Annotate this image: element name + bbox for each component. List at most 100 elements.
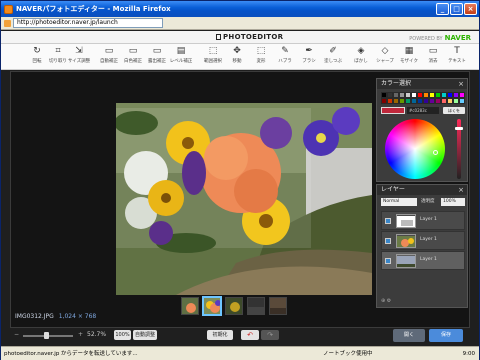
thumbnail-4[interactable] bbox=[247, 297, 265, 315]
color-apply-button[interactable]: ほくを bbox=[443, 107, 465, 114]
zoom-100-button[interactable]: 100% bbox=[114, 330, 131, 340]
layer-row[interactable]: Layer 1 bbox=[381, 211, 465, 230]
thumbnail-2-selected[interactable] bbox=[203, 297, 221, 315]
logo-mark-icon bbox=[216, 34, 221, 40]
layer-name: Layer 1 bbox=[420, 237, 437, 242]
color-wheel-picker[interactable] bbox=[433, 150, 438, 155]
zoom-percentage: 52.7% bbox=[87, 331, 107, 338]
tool-eraser[interactable]: ▭ 消去 bbox=[421, 46, 445, 68]
text-icon: T bbox=[454, 46, 460, 56]
tool-label: 塗しつぶ bbox=[324, 59, 342, 64]
layer-row-selected[interactable]: Layer 1 bbox=[381, 251, 465, 270]
tool-bar: ↻ 回転 ⌗ 切り取り ⇲ サイズ調整 ▭ 自動補正 ▭ 白色補正 ▭ 露出補正 ▤ レベル補正 ⬚ 範囲選択… bbox=[1, 44, 479, 70]
status-text: photoeditor.naver.jp からデータを転送しています... bbox=[4, 351, 138, 357]
auto-fit-button[interactable]: 自動調整 bbox=[133, 330, 157, 340]
color-panel-title: カラー選択 bbox=[381, 80, 412, 87]
tool-label: シャープ bbox=[376, 59, 394, 64]
thumbnail-1[interactable] bbox=[181, 297, 199, 315]
close-button[interactable]: × bbox=[464, 3, 477, 15]
reset-button[interactable]: 初期化 bbox=[207, 330, 233, 340]
site-favicon-icon bbox=[4, 19, 11, 27]
thumbnail-3[interactable] bbox=[225, 297, 243, 315]
tool-brush[interactable]: ✎ ハブラ bbox=[273, 46, 297, 68]
layer-name: Layer 1 bbox=[420, 217, 437, 222]
tool-label: 範囲選択 bbox=[204, 59, 222, 64]
thumbnail-strip bbox=[181, 297, 287, 315]
browser-window: NAVERパフォトエディター - Mozilla Firefox _ □ × h… bbox=[0, 0, 480, 360]
mosaic-icon: ▦ bbox=[404, 46, 414, 56]
tool-text[interactable]: T テキスト bbox=[445, 46, 469, 68]
file-dimensions: 1,024 × 768 bbox=[58, 313, 97, 320]
tool-label: 消去 bbox=[428, 59, 438, 64]
notebook-status: ノートブック使用中 bbox=[323, 351, 373, 357]
layer-visibility-checkbox[interactable] bbox=[385, 218, 391, 224]
tool-pen[interactable]: ✒ ブラシ bbox=[297, 46, 321, 68]
color-panel-close-icon[interactable]: × bbox=[458, 79, 464, 89]
firefox-icon bbox=[4, 4, 13, 14]
layer-settings-icon[interactable]: ⚙ bbox=[387, 298, 391, 304]
tool-mosaic[interactable]: ▦ モザイク bbox=[397, 46, 421, 68]
tool-move[interactable]: ✥ 移動 bbox=[225, 46, 249, 68]
blend-mode-select[interactable]: Normal bbox=[381, 198, 417, 206]
tool-label: サイズ調整 bbox=[67, 59, 91, 64]
color-swatch[interactable] bbox=[459, 98, 465, 104]
maximize-button[interactable]: □ bbox=[450, 3, 463, 15]
zoom-out-icon[interactable]: − bbox=[14, 331, 19, 338]
layer-visibility-checkbox[interactable] bbox=[385, 238, 391, 244]
save-button[interactable]: 保存 bbox=[429, 329, 463, 342]
tool-label: ぼかし bbox=[354, 59, 368, 64]
tool-label: 露出補正 bbox=[148, 59, 166, 64]
layer-panel-close-icon[interactable]: × bbox=[458, 185, 464, 195]
auto-fix-icon: ▭ bbox=[104, 46, 114, 56]
zoom-in-icon[interactable]: + bbox=[78, 331, 83, 338]
tool-label: ブラシ bbox=[302, 59, 316, 64]
opacity-select[interactable]: 100% bbox=[441, 198, 465, 206]
color-hex-field[interactable]: #c0283c bbox=[407, 107, 439, 114]
color-wheel[interactable] bbox=[385, 119, 445, 179]
thumbnail-5[interactable] bbox=[269, 297, 287, 315]
layer-row[interactable]: Layer 1 bbox=[381, 231, 465, 250]
redo-button[interactable]: ↷ bbox=[261, 330, 279, 340]
url-field[interactable]: http://photoeditor.naver.jp/launch bbox=[13, 18, 163, 28]
tool-resize[interactable]: ⇲ サイズ調整 bbox=[67, 46, 91, 68]
tool-transform[interactable]: ⬚ 変形 bbox=[249, 46, 273, 68]
tool-label: テキスト bbox=[448, 59, 466, 64]
naver-logo: NAVER bbox=[444, 34, 471, 42]
sharpen-icon: ◇ bbox=[381, 46, 389, 56]
tool-blur[interactable]: ◈ ぼかし bbox=[349, 46, 373, 68]
current-color-swatch[interactable] bbox=[381, 107, 405, 114]
blur-icon: ◈ bbox=[357, 46, 365, 56]
tool-auto-fix[interactable]: ▭ 自動補正 bbox=[97, 46, 121, 68]
eraser-icon: ▭ bbox=[428, 46, 438, 56]
tool-sharpen[interactable]: ◇ シャープ bbox=[373, 46, 397, 68]
undo-button[interactable]: ↶ bbox=[241, 330, 259, 340]
photo-canvas[interactable] bbox=[116, 103, 372, 295]
opacity-label: 透明度 bbox=[421, 199, 435, 204]
window-title: NAVERパフォトエディター - Mozilla Firefox bbox=[16, 5, 171, 13]
tool-label: 白色補正 bbox=[124, 59, 142, 64]
tool-label: ハブラ bbox=[278, 59, 292, 64]
select-icon: ⬚ bbox=[208, 46, 218, 56]
tool-exposure[interactable]: ▭ 露出補正 bbox=[145, 46, 169, 68]
resize-icon: ⇲ bbox=[75, 46, 83, 56]
address-bar: http://photoeditor.naver.jp/launch bbox=[1, 17, 479, 30]
tool-fill[interactable]: ✐ 塗しつぶ bbox=[321, 46, 345, 68]
brightness-slider-knob[interactable] bbox=[455, 127, 463, 130]
transform-icon: ⬚ bbox=[256, 46, 266, 56]
brush-icon: ✎ bbox=[281, 46, 289, 56]
move-icon: ✥ bbox=[233, 46, 241, 56]
file-info: IMG0312.JPG 1,024 × 768 bbox=[15, 313, 96, 320]
zoom-slider-knob[interactable] bbox=[43, 332, 49, 339]
layer-panel: レイヤー × Normal 透明度 100% Layer 1 Layer 1 L… bbox=[376, 184, 468, 308]
minimize-button[interactable]: _ bbox=[436, 3, 449, 15]
open-button[interactable]: 開く bbox=[393, 329, 425, 342]
layer-visibility-checkbox[interactable] bbox=[385, 258, 391, 264]
add-layer-icon[interactable]: ⊕ bbox=[381, 298, 385, 304]
layer-thumbnail bbox=[396, 234, 416, 248]
clock: 9:00 bbox=[462, 351, 475, 357]
tool-levels[interactable]: ▤ レベル補正 bbox=[169, 46, 193, 68]
app-header: PHOTOEDITOR POWERED BY NAVER bbox=[1, 31, 479, 44]
tool-white-balance[interactable]: ▭ 白色補正 bbox=[121, 46, 145, 68]
tool-select[interactable]: ⬚ 範囲選択 bbox=[201, 46, 225, 68]
status-bar: photoeditor.naver.jp からデータを転送しています... ノー… bbox=[1, 346, 479, 360]
